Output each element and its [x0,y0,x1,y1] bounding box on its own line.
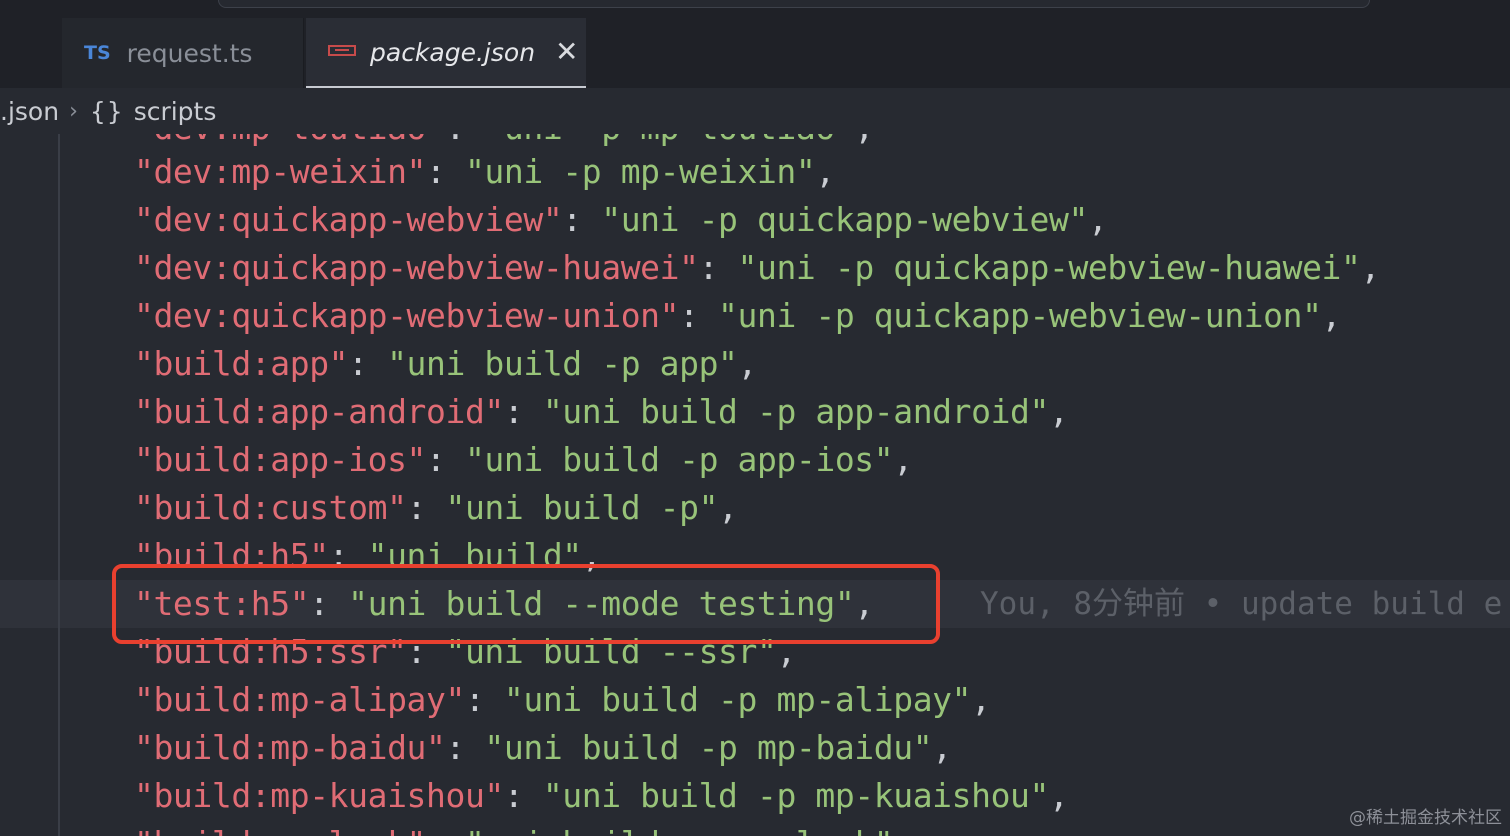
colon: : [426,152,465,191]
json-key: "build:mp-lark" [134,824,426,836]
json-value: "uni -p mp-weixin" [464,152,816,191]
json-key: "dev:mp-weixin" [134,152,427,191]
colon: : [562,200,602,239]
json-value: "uni build -p mp-baidu" [484,728,933,767]
json-value: "uni -p quickapp-webview-huawei" [737,248,1361,287]
comma: , [1321,296,1342,335]
typescript-file-icon: TS [84,42,111,64]
code-line[interactable]: "build:mp-alipay": "uni build -p mp-alip… [134,676,991,724]
tab-request-ts[interactable]: TS request.ts [62,18,304,88]
annotation-highlight-box [112,564,940,644]
code-line[interactable]: "dev:quickapp-webview-huawei": "uni -p q… [134,244,1380,292]
json-key: "build:app-ios" [134,440,427,479]
json-key: "build:mp-baidu" [134,728,446,767]
tab-package-json[interactable]: package.json ✕ [306,18,586,88]
colon: : [348,344,388,383]
colon: : [406,488,446,527]
comma: , [1360,248,1380,287]
comma: , [854,134,874,147]
comma: , [815,152,835,191]
colon: : [445,728,485,767]
code-editor[interactable]: "dev:mp-toutiao": "uni -p mp-toutiao", "… [0,134,1510,836]
json-value: "uni build -p mp-alipay" [503,680,972,719]
json-key: "dev:quickapp-webview" [134,200,563,239]
tab-label: package.json [370,37,536,67]
code-line[interactable]: "build:app-ios": "uni build -p app-ios", [134,436,913,484]
colon: : [679,296,719,335]
code-line[interactable]: "dev:quickapp-webview": "uni -p quickapp… [134,196,1108,244]
json-key: "dev:quickapp-webview-union" [134,296,680,335]
tab-label: request.ts [126,38,253,68]
colon: : [698,248,738,287]
indent-guide [58,134,60,836]
json-value: "uni build -p app-android" [542,392,1050,431]
json-value: "uni build -p mp-lark" [465,824,894,836]
git-blame-annotation: You, 8分钟前 • update build e [980,586,1503,622]
json-value: "uni -p mp-toutiao" [484,134,854,147]
json-value: "uni build -p app-ios" [464,440,894,479]
comma: , [1049,776,1069,815]
code-line[interactable]: "build:mp-kuaishou": "uni build -p mp-ku… [134,772,1069,820]
colon: : [426,824,465,836]
comma: , [932,728,952,767]
code-line[interactable]: "build:custom": "uni build -p", [134,484,738,532]
comma: , [971,680,991,719]
watermark: @稀土掘金技术社区 [1349,808,1502,828]
chevron-right-icon: › [69,98,78,124]
json-value: "uni build -p" [445,488,719,527]
title-bar [0,0,1510,18]
code-line[interactable]: "build:app-android": "uni build -p app-a… [134,388,1069,436]
comma: , [718,488,738,527]
json-key: "build:app-android" [134,392,504,431]
close-icon[interactable]: ✕ [555,38,578,66]
breadcrumb-scripts[interactable]: scripts [134,97,217,126]
comma: , [1087,200,1108,239]
json-value: "uni build -p mp-kuaishou" [542,776,1050,815]
object-braces-icon: {} [89,96,124,126]
comma: , [1049,392,1069,431]
json-value: "uni -p quickapp-webview-union" [718,296,1322,335]
colon: : [445,134,484,147]
colon: : [503,392,543,431]
json-key: "build:app" [134,344,349,383]
json-value: "uni -p quickapp-webview" [601,200,1088,239]
code-line[interactable]: "dev:mp-weixin": "uni -p mp-weixin", [134,148,835,196]
json-key: "dev:mp-toutiao" [134,134,446,147]
json-value: "uni build -p app" [387,344,738,383]
json-key: "build:mp-alipay" [134,680,465,719]
code-line[interactable]: "dev:quickapp-webview-union": "uni -p qu… [134,292,1341,340]
colon: : [426,440,465,479]
colon: : [464,680,504,719]
breadcrumb-file[interactable]: .json [0,97,59,126]
code-line[interactable]: "build:mp-baidu": "uni build -p mp-baidu… [134,724,952,772]
code-line[interactable]: "build:mp-lark": "uni build -p mp-lark", [134,820,913,836]
json-key: "build:mp-kuaishou" [134,776,504,815]
colon: : [503,776,543,815]
editor-tab-bar: TS request.ts package.json ✕ [0,18,1510,88]
breadcrumb: .json › {} scripts [0,88,1510,134]
comma: , [893,824,913,836]
json-key: "build:custom" [134,488,407,527]
comma: , [893,440,913,479]
command-center-search[interactable] [218,0,1370,8]
comma: , [737,344,758,383]
npm-icon [328,44,356,56]
json-key: "dev:quickapp-webview-huawei" [134,248,699,287]
code-line[interactable]: "build:app": "uni build -p app", [134,340,757,388]
